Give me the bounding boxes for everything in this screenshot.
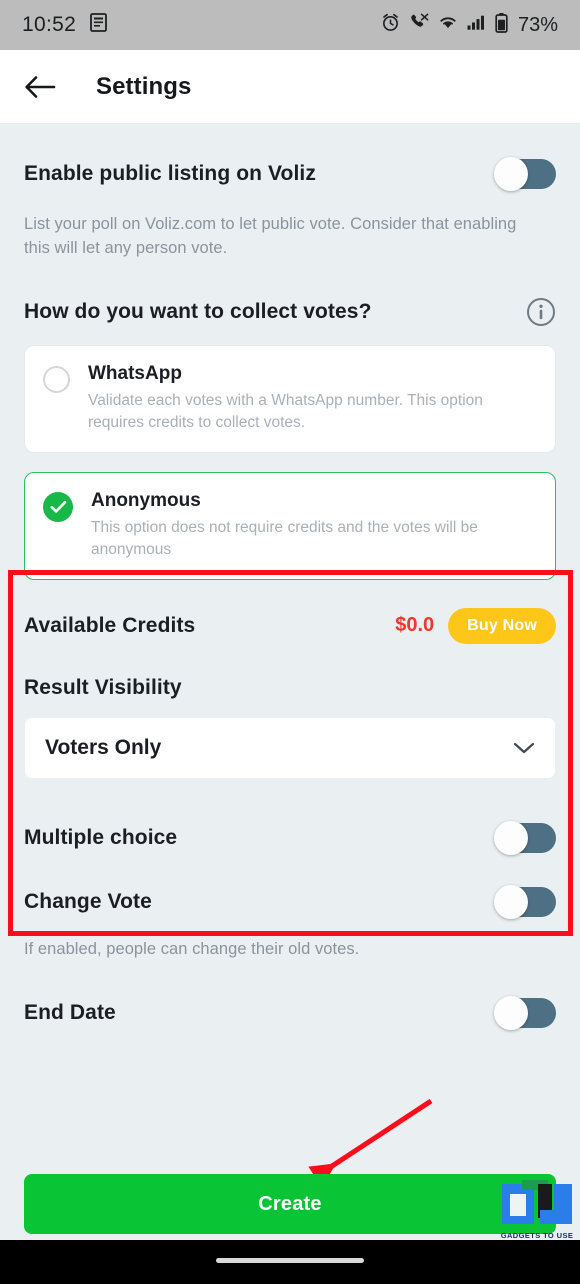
collect-option-whatsapp[interactable]: WhatsApp Validate each votes with a What…: [24, 344, 556, 453]
page-title: Settings: [96, 72, 192, 100]
public-listing-label: Enable public listing on Voliz: [24, 162, 316, 185]
call-mute-icon: [409, 13, 429, 37]
collect-option-whatsapp-title: WhatsApp: [88, 362, 182, 384]
collect-votes-heading: How do you want to collect votes?: [24, 299, 372, 323]
change-vote-row: Change Vote: [0, 853, 580, 919]
change-vote-description: If enabled, people can change their old …: [24, 939, 360, 958]
chevron-down-icon: [513, 741, 535, 755]
toggle-knob: [494, 820, 528, 855]
toggle-knob: [494, 884, 528, 919]
battery-percent-label: 73%: [517, 13, 558, 36]
result-visibility-selected-value: Voters Only: [45, 735, 162, 759]
watermark-text: GADGETS TO USE: [500, 1231, 574, 1240]
public-listing-description: List your poll on Voliz.com to let publi…: [24, 215, 517, 257]
collect-option-anonymous-description: This option does not require credits and…: [91, 518, 478, 558]
change-vote-toggle[interactable]: [494, 884, 556, 919]
watermark-logo: GADGETS TO USE: [500, 1180, 574, 1240]
collect-votes-heading-row: How do you want to collect votes?: [24, 297, 556, 327]
end-date-row: End Date: [0, 962, 580, 1030]
alarm-icon: [381, 13, 400, 37]
collect-option-whatsapp-description: Validate each votes with a WhatsApp numb…: [88, 391, 483, 431]
info-icon[interactable]: [526, 297, 556, 327]
available-credits-label: Available Credits: [24, 613, 196, 637]
end-date-toggle[interactable]: [494, 995, 556, 1030]
system-nav-bar: [0, 1240, 580, 1284]
result-visibility-section: Result Visibility Voters Only: [0, 644, 580, 779]
create-button[interactable]: Create: [24, 1174, 556, 1234]
toggle-knob: [494, 157, 528, 191]
radio-unselected-icon: [43, 365, 70, 393]
multiple-choice-row: Multiple choice: [0, 779, 580, 855]
settings-content: Enable public listing on Voliz List your…: [0, 123, 580, 1240]
collect-option-anonymous[interactable]: Anonymous This option does not require c…: [24, 471, 556, 580]
status-bar-right: 73%: [381, 12, 558, 38]
status-bar-left: 10:52: [22, 13, 107, 37]
public-listing-row: Enable public listing on Voliz: [24, 157, 556, 191]
cellular-signal-icon: [467, 14, 486, 36]
wifi-icon: [438, 14, 458, 36]
public-listing-section: Enable public listing on Voliz List your…: [0, 123, 580, 261]
result-visibility-select[interactable]: Voters Only: [24, 716, 556, 779]
battery-icon: [495, 12, 508, 38]
collect-option-anonymous-title: Anonymous: [91, 489, 201, 511]
arrow-left-icon[interactable]: [0, 66, 74, 108]
toggle-knob: [494, 995, 528, 1030]
credits-value-group: $0.0 Buy Now: [395, 607, 556, 644]
status-bar-clock: 10:52: [22, 13, 77, 36]
phone-screen: 10:52 73% Settings Enable public listing…: [0, 0, 580, 1284]
public-listing-toggle[interactable]: [494, 157, 556, 191]
collect-votes-section: How do you want to collect votes? WhatsA…: [0, 261, 580, 580]
credits-amount: $0.0: [395, 614, 435, 637]
collect-option-whatsapp-body: WhatsApp Validate each votes with a What…: [88, 363, 537, 434]
buy-now-button[interactable]: Buy Now: [448, 607, 556, 644]
result-visibility-label: Result Visibility: [24, 675, 182, 699]
available-credits-row: Available Credits $0.0 Buy Now: [0, 580, 580, 644]
multiple-choice-label: Multiple choice: [24, 825, 178, 849]
home-indicator[interactable]: [216, 1258, 364, 1263]
status-bar: 10:52 73%: [0, 0, 580, 50]
end-date-label: End Date: [24, 1000, 116, 1024]
radio-selected-check-icon: [43, 491, 73, 522]
change-vote-label: Change Vote: [24, 889, 152, 913]
app-bar: Settings: [0, 50, 580, 123]
document-icon: [90, 13, 107, 37]
multiple-choice-toggle[interactable]: [494, 820, 556, 855]
collect-option-anonymous-body: Anonymous This option does not require c…: [91, 490, 537, 561]
